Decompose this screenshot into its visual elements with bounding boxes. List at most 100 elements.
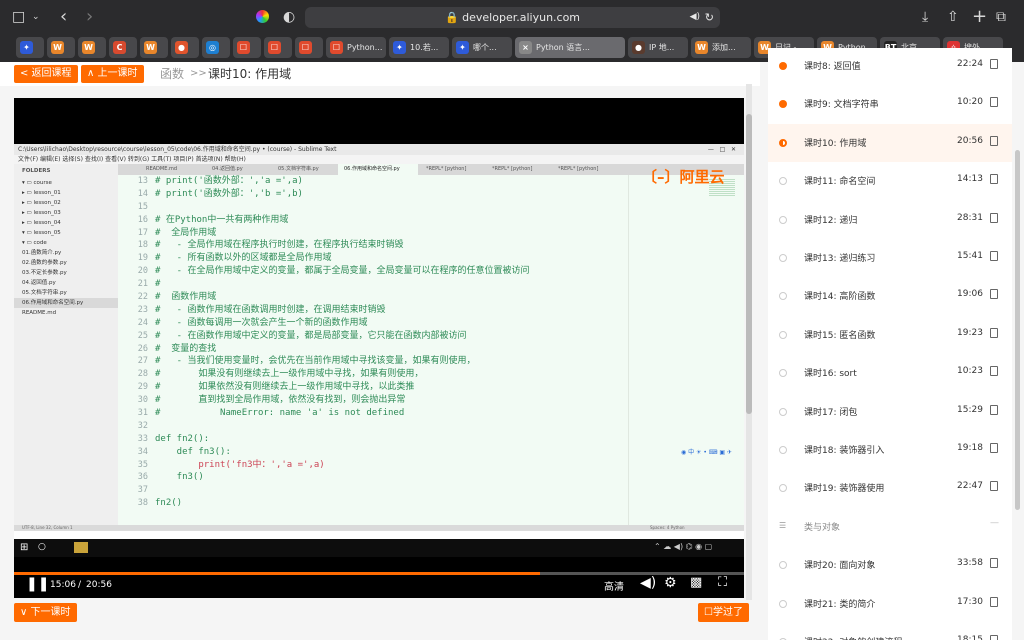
back-to-course-button[interactable]: < 返回课程 <box>14 65 78 83</box>
document-icon[interactable] <box>990 635 998 640</box>
browser-tab[interactable]: ✦ 哪个... <box>452 37 512 58</box>
lesson-item[interactable]: 课时16: sort 10:23 <box>768 354 1012 392</box>
document-icon[interactable] <box>990 366 998 377</box>
lesson-item[interactable]: 课时22: 对象的创建流程 18:15 <box>768 623 1012 640</box>
code-line: # print('函数外部：','b =',b) <box>155 188 303 199</box>
mark-learned-button[interactable]: ☐学过了 <box>698 603 749 622</box>
code-line: # - 当我们使用变量时，会优先在当前作用域中寻找该变量，如果有则使用， <box>155 356 476 367</box>
browser-tab[interactable]: ✦ 10.若... <box>389 37 449 58</box>
lesson-item[interactable]: 课时11: 命名空间 14:13 <box>768 162 1012 200</box>
prev-lesson-button[interactable]: ∧ 上一课时 <box>81 65 144 83</box>
editor-status-bar: UTF-8, Line 32, Column 1 Spaces: 4 Pytho… <box>14 525 744 531</box>
browser-tab[interactable]: W <box>78 37 106 58</box>
content-scrollbar[interactable] <box>746 84 752 600</box>
lesson-item[interactable]: 课时21: 类的简介 17:30 <box>768 585 1012 623</box>
browser-tab[interactable]: × Python 语言... <box>515 37 625 58</box>
browser-tab[interactable]: ☐ Python... <box>326 37 386 58</box>
document-icon[interactable] <box>990 174 998 185</box>
settings-icon[interactable]: ⚙ <box>664 575 677 591</box>
back-icon[interactable]: ‹ <box>60 0 67 34</box>
color-extension-icon[interactable] <box>256 10 269 23</box>
folder-item: ▸ ▭ lesson_02 <box>22 200 61 206</box>
browser-tab[interactable]: ● IP 地... <box>628 37 688 58</box>
new-tab-icon[interactable]: + <box>972 0 987 34</box>
lesson-item[interactable]: 课时10: 作用域 20:56 <box>768 123 1012 162</box>
audio-icon[interactable]: ◀) <box>690 7 700 28</box>
browser-tab[interactable]: ☐ <box>264 37 292 58</box>
folder-item: 02.函数的参数.py <box>22 260 67 266</box>
pause-icon[interactable]: ❚❚ <box>26 576 49 592</box>
collapse-icon[interactable]: — <box>990 518 999 528</box>
code-line: def fn2(): <box>155 433 210 444</box>
lesson-item[interactable]: 课时13: 递归练习 15:41 <box>768 239 1012 277</box>
browser-tab[interactable]: ☐ <box>233 37 261 58</box>
line-number: 38 <box>137 498 148 509</box>
lesson-item[interactable]: 课时17: 闭包 15:29 <box>768 393 1012 431</box>
lesson-item[interactable]: 课时20: 面向对象 33:58 <box>768 546 1012 584</box>
browser-tab[interactable]: ✦ <box>16 37 44 58</box>
lesson-item[interactable]: 课时14: 高阶函数 19:06 <box>768 277 1012 315</box>
code-line: # 变量的查找 <box>155 343 217 354</box>
lesson-item[interactable]: 课时15: 匿名函数 19:23 <box>768 316 1012 354</box>
browser-tab[interactable]: ☐ <box>295 37 323 58</box>
browser-tab[interactable]: W <box>140 37 168 58</box>
lesson-title: 课时22: 对象的创建流程 <box>804 635 902 640</box>
lesson-item[interactable]: 课时19: 装饰器使用 22:47 <box>768 469 1012 507</box>
lesson-item[interactable]: 课时8: 返回值 22:24 <box>768 47 1012 85</box>
page-scrollbar[interactable] <box>1015 150 1020 510</box>
line-number: 35 <box>137 459 148 470</box>
tab-favicon-icon: ☐ <box>268 41 281 54</box>
lesson-item[interactable]: 课时18: 装饰器引入 19:18 <box>768 431 1012 469</box>
browser-tab[interactable]: C <box>109 37 137 58</box>
breadcrumb-root[interactable]: 函数 <box>160 62 184 86</box>
folder-sidebar: FOLDERS ▾ ▭ course ▸ ▭ lesson_01 ▸ ▭ les… <box>14 164 118 531</box>
lesson-item[interactable]: 课时9: 文档字符串 10:20 <box>768 85 1012 123</box>
folder-item: ▸ ▭ lesson_03 <box>22 210 61 216</box>
document-icon[interactable] <box>990 251 998 261</box>
line-number: 34 <box>137 446 148 457</box>
document-icon[interactable] <box>990 327 998 338</box>
lesson-item[interactable]: 课时12: 递归 28:31 <box>768 201 1012 239</box>
document-icon[interactable] <box>990 59 998 69</box>
next-lesson-button[interactable]: ∨ 下一课时 <box>14 603 77 622</box>
document-icon[interactable] <box>990 97 998 108</box>
address-bar[interactable]: 🔒 developer.aliyun.com ◀) ↻ <box>305 7 720 28</box>
document-icon[interactable] <box>990 596 998 607</box>
download-icon[interactable]: ⤓ <box>922 0 928 34</box>
quality-selector[interactable]: 高清 <box>604 578 624 593</box>
lesson-title: 课时20: 面向对象 <box>804 561 876 572</box>
code-line: # 如果没有则继续去上一级作用域中寻找，如果有则使用， <box>155 369 424 380</box>
document-icon[interactable] <box>990 558 998 569</box>
progress-dot-icon <box>779 561 787 570</box>
progress-dot-icon <box>779 62 787 70</box>
document-icon[interactable] <box>990 404 998 415</box>
forward-icon[interactable]: › <box>86 0 93 34</box>
chevron-down-icon[interactable]: ⌄ <box>32 0 40 34</box>
tab-overview-icon[interactable]: ⧉ <box>996 0 1006 34</box>
browser-tab[interactable]: W 添加... <box>691 37 751 58</box>
document-icon[interactable] <box>990 212 998 223</box>
minimap: ◉ 中 ☀ • ⌨ ▣ ✈ <box>628 175 744 525</box>
code-line: fn3() <box>155 472 204 483</box>
browser-tab[interactable]: W <box>47 37 75 58</box>
document-icon[interactable] <box>990 481 998 492</box>
video-player[interactable]: C:\Users\lilichao\Desktop\resource\cours… <box>14 98 744 598</box>
reload-icon[interactable]: ↻ <box>705 7 714 28</box>
line-number: 13 <box>137 176 148 186</box>
browser-tab[interactable]: ● <box>171 37 199 58</box>
tab-label: IP 地... <box>649 43 675 52</box>
code-line: # - 全局作用域在程序执行时创建，在程序执行结束时销毁 <box>155 240 404 251</box>
sidebar-toggle-icon[interactable]: □ <box>12 0 25 34</box>
document-icon[interactable] <box>990 289 998 300</box>
shield-icon[interactable]: ◐ <box>283 0 295 34</box>
share-icon[interactable]: ⇧ <box>947 0 959 34</box>
lesson-duration: 19:06 <box>957 289 983 300</box>
browser-tab[interactable]: ◎ <box>202 37 230 58</box>
windows-taskbar: ⊞ ○ ⌃ ☁ ◀) ⌬ ◉ ▢ <box>14 539 744 557</box>
fullscreen-icon[interactable]: ⛶ <box>718 575 727 590</box>
volume-icon[interactable]: ◀) <box>640 575 656 591</box>
captions-icon[interactable]: ▩ <box>690 575 702 590</box>
lesson-title: 课时21: 类的简介 <box>804 599 876 610</box>
document-icon[interactable] <box>990 443 998 453</box>
document-icon[interactable] <box>990 135 998 146</box>
